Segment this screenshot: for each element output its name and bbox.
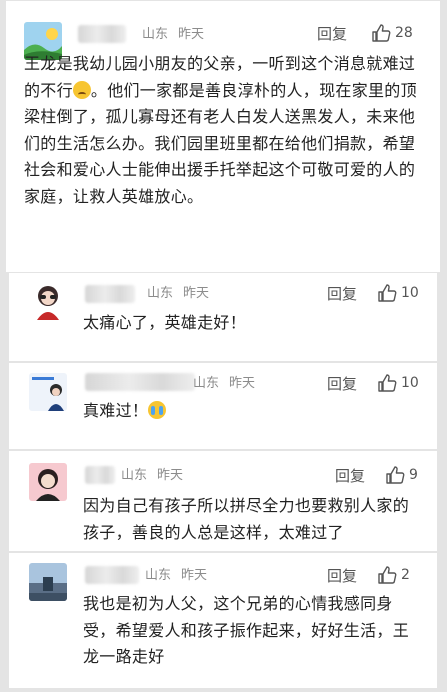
comment-text: 王龙是我幼儿园小朋友的父亲，一听到这个消息就难过的不行 。他们一家都是善良淳朴的人… [24,51,428,210]
avatar[interactable] [29,463,67,501]
comment-text-part2: 。他们一家都是善良淳朴的人，现在家里的顶梁柱倒了，孤儿寡母还有老人白发人送黑发人… [24,80,417,206]
reply-button[interactable]: 回复 [335,467,365,485]
like-button[interactable]: 9 [385,465,418,485]
reply-button[interactable]: 回复 [317,25,347,43]
timestamp: 昨天 [183,286,210,301]
avatar[interactable] [29,373,67,411]
thumbs-up-icon [386,466,405,484]
reply-text: 因为自己有孩子所以拼尽全力也要救别人家的孩子，善良的人总是这样，太难过了 [83,496,410,542]
timestamp: 昨天 [181,568,208,583]
like-button[interactable]: 10 [377,283,419,303]
reply-button[interactable]: 回复 [327,375,357,393]
username-blurred[interactable] [85,566,139,584]
like-count: 28 [395,25,413,41]
sad-face-icon [72,80,91,99]
location-text: 山东 [142,27,169,42]
reply-text-content: 真难过！ [83,401,149,420]
location-text: 山东 [121,468,148,483]
location-text: 山东 [193,376,220,391]
location-text: 山东 [145,568,172,583]
avatar[interactable] [29,282,67,320]
thumbs-up-icon [378,566,397,584]
username-blurred[interactable] [85,373,195,391]
crying-face-icon [148,401,167,419]
reply-item: 山东 昨天 回复 10 太痛心了，英雄走好！ [9,273,437,361]
reply-text: 太痛心了，英雄走好！ [83,313,247,332]
reply-item: 山东 昨天 回复 2 我也是初为人父，这个兄弟的心情我感同身受，希望爱人和孩子振… [9,553,437,688]
username-blurred[interactable] [85,466,115,484]
timestamp: 昨天 [178,27,205,42]
timestamp: 昨天 [157,468,184,483]
like-count: 9 [409,467,418,483]
username-blurred[interactable] [85,285,135,303]
like-button[interactable]: 2 [377,565,410,585]
comment-thread: 山东 昨天 回复 28 王龙是我幼儿园小朋友的父亲，一听到这个消息就难过的不行。… [0,0,447,692]
like-button[interactable]: 10 [377,373,419,393]
reply-item: 山东 昨天 回复 9 因为自己有孩子所以拼尽全力也要救别人家的孩子，善良的人总是… [9,451,437,551]
username-blurred[interactable] [78,25,126,43]
thumbs-up-icon [378,284,397,302]
reply-item: 山东 昨天 回复 10 真难过！ [9,363,437,449]
like-button[interactable]: 28 [371,23,413,43]
reply-button[interactable]: 回复 [327,285,357,303]
reply-text: 我也是初为人父，这个兄弟的心情我感同身受，希望爱人和孩子振作起来，好好生活，王龙… [83,594,410,666]
location-text: 山东 [147,286,174,301]
main-comment: 山东 昨天 回复 28 王龙是我幼儿园小朋友的父亲，一听到这个消息就难过的不行。… [6,1,440,272]
reply-text: 真难过！ [83,398,423,425]
avatar[interactable] [29,563,67,601]
like-count: 10 [401,285,419,301]
timestamp: 昨天 [229,376,256,391]
reply-button[interactable]: 回复 [327,567,357,585]
thumbs-up-icon [372,24,391,42]
thumbs-up-icon [378,374,397,392]
like-count: 2 [401,567,410,583]
like-count: 10 [401,375,419,391]
